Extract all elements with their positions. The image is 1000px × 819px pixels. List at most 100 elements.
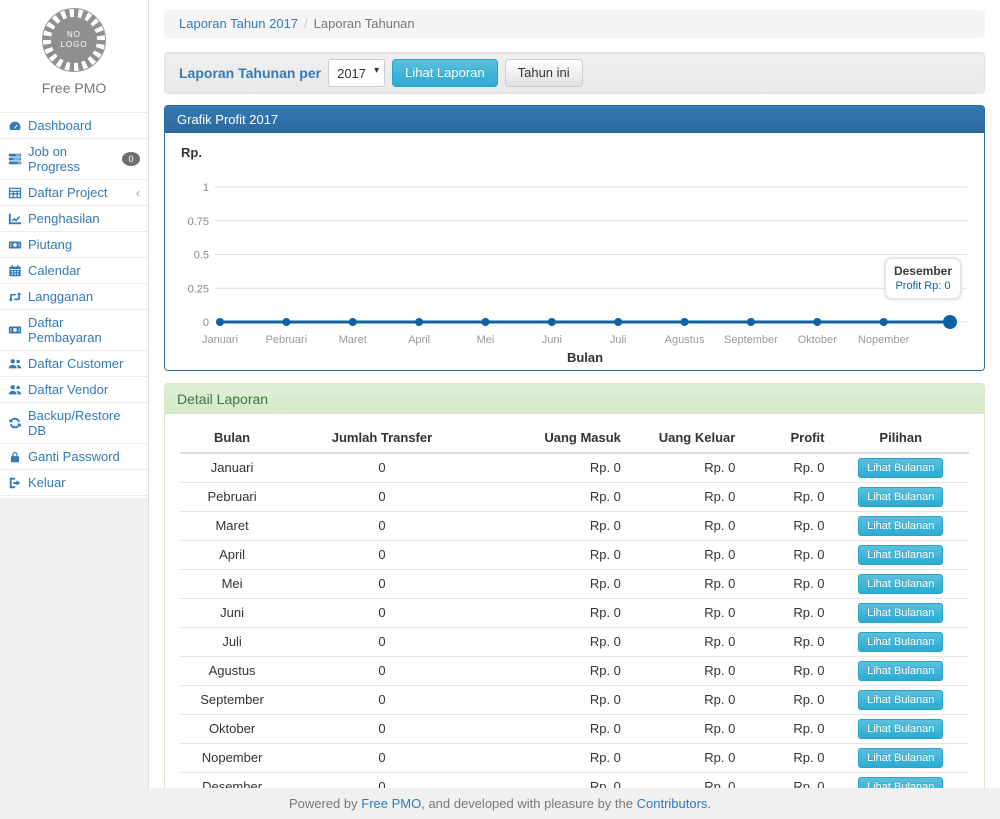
cell-profit: Rp. 0 — [743, 512, 832, 541]
chart-point-januari[interactable] — [216, 318, 224, 326]
lihat-bulanan-button-september[interactable]: Lihat Bulanan — [858, 690, 943, 710]
sidebar-item-piutang[interactable]: Piutang — [0, 232, 148, 258]
sidebar-item-backup-restore-db[interactable]: Backup/Restore DB — [0, 403, 148, 444]
cell-bulan: Nopember — [180, 744, 284, 773]
sidebar-item-job-on-progress[interactable]: Job on Progress 0 — [0, 139, 148, 180]
count-badge: 0 — [122, 152, 140, 166]
lihat-bulanan-button-juni[interactable]: Lihat Bulanan — [858, 603, 943, 623]
cell-jumlah-transfer: 0 — [284, 599, 480, 628]
lihat-bulanan-button-oktober[interactable]: Lihat Bulanan — [858, 719, 943, 739]
cell-uang-keluar: Rp. 0 — [629, 657, 743, 686]
lihat-bulanan-button-januari[interactable]: Lihat Bulanan — [858, 458, 943, 478]
sidebar-item-calendar[interactable]: Calendar — [0, 258, 148, 284]
cell-profit: Rp. 0 — [743, 570, 832, 599]
column-header-uang-masuk: Uang Masuk — [480, 424, 629, 453]
sidebar-item-penghasilan[interactable]: Penghasilan — [0, 206, 148, 232]
cell-profit: Rp. 0 — [743, 483, 832, 512]
column-header-profit: Profit — [743, 424, 832, 453]
cell-profit: Rp. 0 — [743, 657, 832, 686]
sidebar-item-label: Dashboard — [28, 118, 92, 133]
cell-bulan: Pebruari — [180, 483, 284, 512]
footer-text-prefix: Powered by — [289, 796, 358, 811]
cell-pilihan: Lihat Bulanan — [832, 512, 969, 541]
tasks-icon — [8, 152, 22, 166]
sidebar-item-ganti-password[interactable]: Ganti Password — [0, 444, 148, 470]
cell-uang-keluar: Rp. 0 — [629, 453, 743, 483]
tooltip-value: Profit Rp: 0 — [894, 279, 952, 294]
table-row-januari: Januari0Rp. 0Rp. 0Rp. 0Lihat Bulanan — [180, 453, 969, 483]
table-row-juli: Juli0Rp. 0Rp. 0Rp. 0Lihat Bulanan — [180, 628, 969, 657]
sidebar-item-keluar[interactable]: Keluar — [0, 470, 148, 496]
logo-line1: NO — [67, 30, 81, 40]
tooltip-title: Desember — [894, 263, 952, 279]
sidebar-item-daftar-customer[interactable]: Daftar Customer — [0, 351, 148, 377]
cell-profit: Rp. 0 — [743, 453, 832, 483]
chart-point-september[interactable] — [747, 318, 755, 326]
chart-point-oktober[interactable] — [813, 318, 821, 326]
sidebar-item-label: Piutang — [28, 237, 72, 252]
chart-point-mei[interactable] — [481, 318, 489, 326]
sidebar-item-label: Job on Progress — [28, 144, 116, 174]
chart-point-pebruari[interactable] — [282, 318, 290, 326]
cell-jumlah-transfer: 0 — [284, 628, 480, 657]
x-tick-label: Maret — [339, 334, 367, 346]
year-select[interactable]: 2017 — [328, 59, 385, 87]
lihat-bulanan-button-pebruari[interactable]: Lihat Bulanan — [858, 487, 943, 507]
y-tick-label: 1 — [203, 182, 209, 194]
table-row-agustus: Agustus0Rp. 0Rp. 0Rp. 0Lihat Bulanan — [180, 657, 969, 686]
footer-app-link[interactable]: Free PMO — [361, 796, 421, 811]
cell-jumlah-transfer: 0 — [284, 686, 480, 715]
chart-point-agustus[interactable] — [681, 318, 689, 326]
detail-table-wrap: BulanJumlah TransferUang MasukUang Kelua… — [165, 414, 984, 819]
cell-profit: Rp. 0 — [743, 628, 832, 657]
sidebar-item-label: Backup/Restore DB — [28, 408, 140, 438]
cell-bulan: Agustus — [180, 657, 284, 686]
sidebar-item-label: Daftar Vendor — [28, 382, 108, 397]
sidebar-item-label: Daftar Project — [28, 185, 107, 200]
chart-point-juli[interactable] — [614, 318, 622, 326]
lihat-bulanan-button-nopember[interactable]: Lihat Bulanan — [858, 748, 943, 768]
y-tick-label: 0.25 — [188, 283, 209, 295]
sidebar-item-langganan[interactable]: Langganan — [0, 284, 148, 310]
filter-label: Laporan Tahunan per — [179, 65, 321, 81]
chart-point-maret[interactable] — [349, 318, 357, 326]
table-row-maret: Maret0Rp. 0Rp. 0Rp. 0Lihat Bulanan — [180, 512, 969, 541]
lihat-bulanan-button-juli[interactable]: Lihat Bulanan — [858, 632, 943, 652]
x-tick-label: Juli — [610, 334, 627, 346]
chart-point-desember[interactable] — [943, 315, 957, 329]
breadcrumb-separator: / — [304, 16, 308, 31]
cell-pilihan: Lihat Bulanan — [832, 541, 969, 570]
cell-pilihan: Lihat Bulanan — [832, 715, 969, 744]
lihat-bulanan-button-agustus[interactable]: Lihat Bulanan — [858, 661, 943, 681]
lihat-bulanan-button-mei[interactable]: Lihat Bulanan — [858, 574, 943, 594]
sidebar-item-daftar-pembayaran[interactable]: Daftar Pembayaran — [0, 310, 148, 351]
chart-point-nopember[interactable] — [880, 318, 888, 326]
chart-svg: Rp.10.750.50.250JanuariPebruariMaretApri… — [175, 141, 975, 366]
cell-uang-keluar: Rp. 0 — [629, 715, 743, 744]
this-year-button[interactable]: Tahun ini — [505, 59, 583, 87]
cell-profit: Rp. 0 — [743, 715, 832, 744]
detail-report-panel: Detail Laporan BulanJumlah TransferUang … — [164, 383, 985, 819]
cell-uang-masuk: Rp. 0 — [480, 483, 629, 512]
view-report-button[interactable]: Lihat Laporan — [392, 59, 498, 87]
retweet-icon — [8, 290, 22, 304]
sidebar-item-daftar-project[interactable]: Daftar Project‹ — [0, 180, 148, 206]
chart-point-april[interactable] — [415, 318, 423, 326]
column-header-jumlah-transfer: Jumlah Transfer — [284, 424, 480, 453]
breadcrumb-parent-link[interactable]: Laporan Tahun 2017 — [179, 16, 298, 31]
cell-jumlah-transfer: 0 — [284, 744, 480, 773]
sidebar-item-daftar-vendor[interactable]: Daftar Vendor — [0, 377, 148, 403]
footer-contributors-link[interactable]: Contributors. — [637, 796, 711, 811]
lihat-bulanan-button-april[interactable]: Lihat Bulanan — [858, 545, 943, 565]
cell-profit: Rp. 0 — [743, 686, 832, 715]
cell-pilihan: Lihat Bulanan — [832, 483, 969, 512]
chart-point-juni[interactable] — [548, 318, 556, 326]
x-tick-label: April — [408, 334, 430, 346]
y-tick-label: 0.5 — [194, 250, 209, 262]
money-icon — [8, 238, 22, 252]
sidebar-item-dashboard[interactable]: Dashboard — [0, 113, 148, 139]
lihat-bulanan-button-maret[interactable]: Lihat Bulanan — [858, 516, 943, 536]
sidebar-item-label: Keluar — [28, 475, 66, 490]
cell-uang-keluar: Rp. 0 — [629, 628, 743, 657]
sidebar-menu: Dashboard Job on Progress 0 Daftar Project‹… — [0, 112, 148, 496]
